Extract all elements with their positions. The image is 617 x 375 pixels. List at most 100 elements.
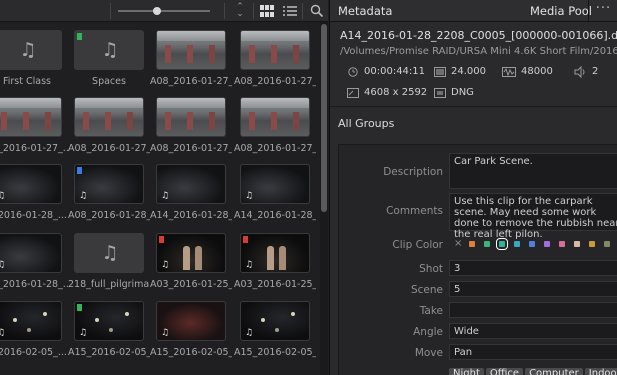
clip-name: A14_2016-01-28_2208_C0005_[000000-001066… [340, 29, 617, 42]
clip-label: A15_2016-02-05_... [150, 347, 232, 358]
sample-rate-value: 48000 [521, 66, 553, 77]
audio-attached-icon: ♫ [161, 191, 170, 201]
comments-field[interactable]: Use this clip for the carpark scene. May… [449, 193, 617, 240]
clip-label: 5_2016-02-05_... [0, 347, 67, 358]
music-note-icon: ♫ [101, 242, 119, 264]
media-pool-scrollbar[interactable] [320, 22, 328, 375]
video-clip-thumbnail: ♫ [240, 164, 310, 204]
clip-label: A08_2016-01-27_... [234, 143, 316, 154]
scene-label: Scene [410, 284, 443, 296]
frame-rate-icon [434, 67, 446, 77]
clip-path: /Volumes/Promise RAID/URSA Mini 4.6K Sho… [340, 46, 617, 57]
music-note-icon: ♫ [101, 39, 119, 61]
clip-color-swatch[interactable] [574, 241, 580, 247]
audio-attached-icon: ♫ [79, 328, 88, 338]
grid-view-icon[interactable] [260, 5, 274, 17]
take-label: Take [419, 305, 443, 317]
media-pool-tab[interactable]: Media Pool [530, 4, 592, 18]
video-clip-thumbnail [74, 97, 144, 137]
clip-label: First Class [2, 76, 51, 87]
codec-value: DNG [451, 87, 474, 98]
zoom-slider-knob[interactable] [153, 7, 161, 15]
clip-color-swatch[interactable] [544, 241, 550, 247]
more-options-button[interactable]: ··· [588, 0, 617, 22]
audio-attached-icon: ♫ [245, 260, 254, 270]
move-field[interactable]: Pan [449, 344, 617, 360]
duration-value: 00:00:44:11 [364, 66, 426, 77]
video-clip-thumbnail [240, 30, 310, 70]
video-clip-thumbnail: ♫ [74, 301, 144, 341]
metadata-header: Metadata Media Pool ··· [330, 0, 617, 22]
sort-icon[interactable]: ⌃ ⌄ [234, 3, 246, 19]
clip-color-swatch[interactable] [529, 241, 535, 247]
clip-label: Spaces [92, 76, 126, 87]
duration-clock-icon [348, 67, 358, 77]
section-divider [330, 106, 617, 107]
clip-label: 08_2016-01-27_... [0, 143, 68, 154]
green-flag-icon [77, 304, 82, 311]
take-field[interactable] [449, 302, 617, 318]
audio-attached-icon: ♫ [79, 191, 88, 201]
move-label: Move [414, 347, 443, 359]
speaker-icon [574, 66, 585, 78]
keywords-field[interactable]: NightOfficeComputerIndoor [449, 366, 617, 375]
clip-color-swatch[interactable] [604, 241, 610, 247]
audio-clip-thumbnail: ♫ [0, 30, 62, 70]
description-label: Description [383, 166, 443, 178]
scrollbar-thumb[interactable] [321, 24, 327, 212]
audio-waveform-icon [502, 67, 516, 77]
video-clip-thumbnail: ♫ [156, 164, 226, 204]
clip-color-swatch[interactable] [469, 241, 475, 247]
toolbar-divider [253, 3, 254, 19]
audio-attached-icon: ♫ [161, 260, 170, 270]
clip-color-swatch[interactable] [559, 241, 565, 247]
clip-color-label: Clip Color [392, 239, 443, 251]
metadata-tab[interactable]: Metadata [338, 4, 392, 18]
angle-label: Angle [413, 326, 443, 338]
video-clip-thumbnail [240, 97, 310, 137]
list-view-icon[interactable] [283, 5, 297, 17]
clip-label: A15_2016-02-05_... [68, 347, 150, 358]
audio-clip-thumbnail: ♫ [74, 233, 144, 273]
angle-field[interactable]: Wide [449, 323, 617, 339]
description-field[interactable]: Car Park Scene. [449, 153, 617, 189]
clip-label: 218_full_pilgrima... [68, 279, 150, 290]
audio-attached-icon: ♫ [0, 328, 5, 338]
shot-label: Shot [419, 263, 443, 275]
clip-label: A03_2016-01-25_... [150, 279, 232, 290]
video-clip-thumbnail: ♫ [240, 301, 310, 341]
metadata-group-title[interactable]: All Groups [338, 117, 394, 130]
resolution-icon [347, 88, 359, 98]
media-pool-panel: ⌃⌄ ♫ First Class ♫ Spaces A08_2016-01-27_...… [0, 0, 328, 375]
keyword-tag[interactable]: Computer [525, 368, 583, 375]
music-note-icon: ♫ [19, 39, 37, 61]
video-clip-thumbnail: ♫ [74, 164, 144, 204]
keyword-tag[interactable]: Indoor [584, 368, 617, 375]
red-flag-icon [159, 236, 164, 243]
clip-color-swatch[interactable] [589, 241, 595, 247]
clip-label: A08_2016-01-27_... [150, 143, 232, 154]
keyword-tag[interactable]: Office [485, 368, 524, 375]
keyword-tag[interactable]: Night [449, 368, 484, 375]
video-clip-thumbnail [156, 97, 226, 137]
clip-color-swatch[interactable] [496, 238, 508, 250]
video-clip-thumbnail: ♫ [156, 301, 226, 341]
shot-field[interactable]: 3 [449, 260, 617, 276]
video-clip-thumbnail: ♫ [0, 233, 62, 273]
thumbnail-zoom-slider[interactable] [118, 10, 210, 12]
comments-label: Comments [386, 205, 443, 217]
search-icon[interactable] [310, 4, 324, 18]
clip-label: A14_2016-01-28_... [150, 210, 232, 221]
clip-color-swatch[interactable] [514, 241, 520, 247]
clip-color-none-button[interactable]: × [454, 238, 462, 249]
video-clip-thumbnail: ♫ [240, 233, 310, 273]
video-clip-thumbnail [0, 97, 62, 137]
red-flag-icon [243, 236, 248, 243]
clip-color-swatch[interactable] [484, 241, 490, 247]
video-clip-thumbnail [156, 30, 226, 70]
scene-field[interactable]: 5 [449, 281, 617, 297]
clip-label: A08_2016-01-27_... [150, 76, 232, 87]
green-flag-icon [77, 33, 82, 40]
media-pool-toolbar: ⌃ ⌄ [0, 0, 328, 22]
clip-grid: ♫First Class♫SpacesA08_2016-01-27_...A08… [0, 22, 320, 375]
